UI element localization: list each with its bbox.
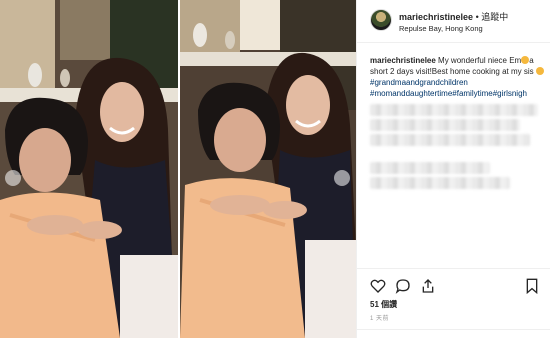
chevron-left-icon[interactable]: [5, 170, 21, 186]
thumbs-up-emoji-icon: [535, 67, 544, 75]
blurred-comment-5: [370, 177, 510, 189]
caption-text: My wonderful niece Em: [438, 56, 522, 65]
caption-hashtags[interactable]: #grandmaandgrandchildren #momanddaughter…: [370, 78, 527, 98]
comment-icon[interactable]: [395, 278, 411, 294]
comment-input-divider: [357, 329, 550, 330]
header-line: mariechristinelee • 追蹤中: [399, 10, 508, 23]
photo-right-half: [180, 0, 356, 338]
post-header: mariechristinelee • 追蹤中 Repulse Bay, Hon…: [357, 0, 550, 43]
avatar-icon[interactable]: [370, 9, 392, 31]
blurred-comment-4: [370, 162, 490, 174]
post-time-ago: 1 天前: [370, 316, 390, 322]
post-photo[interactable]: [0, 0, 356, 338]
follow-separator: •: [475, 12, 479, 22]
blurred-comment-3: [370, 134, 530, 146]
caption-username[interactable]: mariechristinelee: [370, 56, 436, 65]
photo-left-half: [0, 0, 178, 338]
chevron-right-icon[interactable]: [334, 170, 350, 186]
share-icon[interactable]: [420, 278, 436, 294]
likes-count[interactable]: 51 個讚: [370, 299, 397, 310]
post-side-panel: mariechristinelee • 追蹤中 Repulse Bay, Hon…: [356, 0, 550, 338]
header-username[interactable]: mariechristinelee: [399, 12, 473, 22]
blurred-comment-1: [370, 104, 538, 116]
blurred-comment-2: [370, 119, 520, 131]
location-link[interactable]: Repulse Bay, Hong Kong: [399, 24, 483, 33]
heart-icon[interactable]: [370, 278, 386, 294]
following-button[interactable]: 追蹤中: [481, 12, 508, 22]
post-actions: 51 個讚 1 天前: [357, 268, 550, 338]
post-caption: mariechristinelee My wonderful niece Em a…: [370, 55, 546, 99]
bookmark-icon[interactable]: [524, 278, 540, 294]
smiley-emoji-icon: [521, 56, 530, 64]
